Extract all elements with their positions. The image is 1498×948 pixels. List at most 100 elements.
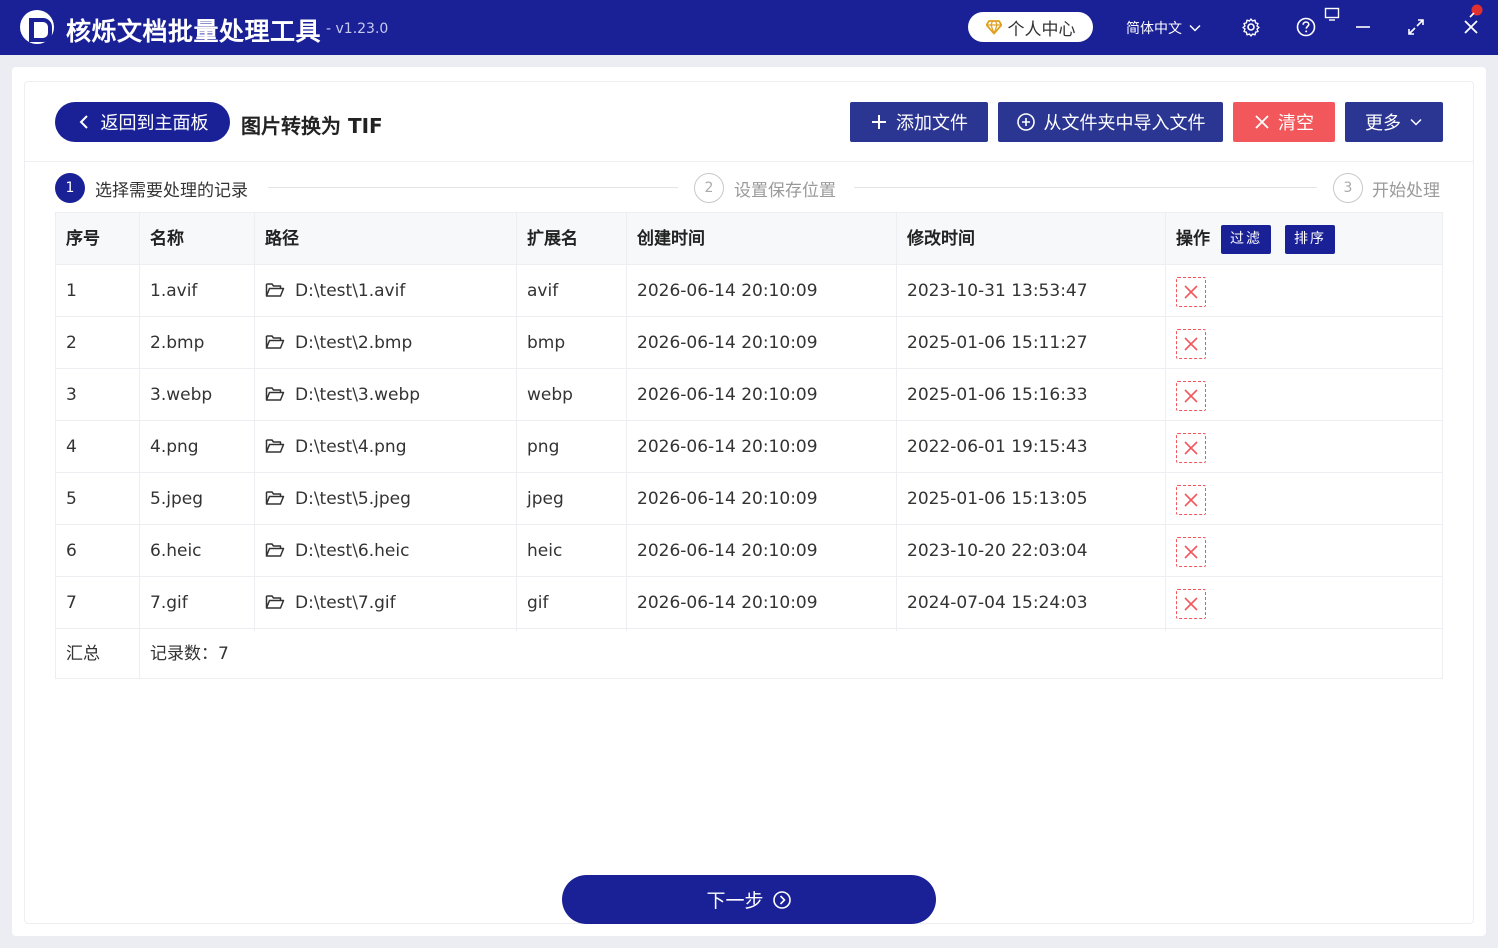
cell-path-text: D:\test\3.webp bbox=[295, 385, 421, 405]
cell-extension: gif bbox=[527, 593, 549, 613]
column-header-created: 创建时间 bbox=[637, 229, 705, 249]
folder-open-icon bbox=[265, 595, 285, 609]
table-row[interactable]: 7 7.gif D:\test\7.gif gif 2026-06-14 20:10:0… bbox=[56, 577, 1442, 629]
cell-path[interactable]: D:\test\6.heic bbox=[255, 525, 409, 577]
column-divider bbox=[626, 213, 627, 631]
cell-extension: bmp bbox=[527, 333, 566, 353]
cell-extension: png bbox=[527, 437, 560, 457]
cell-index: 5 bbox=[66, 489, 77, 509]
notification-badge-icon bbox=[1468, 3, 1484, 19]
cell-path[interactable]: D:\test\4.png bbox=[255, 421, 407, 473]
folder-open-icon bbox=[265, 387, 285, 401]
table-row[interactable]: 4 4.png D:\test\4.png png 2026-06-14 20:10:0… bbox=[56, 421, 1442, 473]
cell-index: 3 bbox=[66, 385, 77, 405]
cell-index: 4 bbox=[66, 437, 77, 457]
cell-extension: jpeg bbox=[527, 489, 564, 509]
table-row[interactable]: 5 5.jpeg D:\test\5.jpeg jpeg 2026-06-14 20:1… bbox=[56, 473, 1442, 525]
cell-modified-time: 2025-01-06 15:13:05 bbox=[907, 489, 1088, 509]
table-header: 序号 名称 路径 扩展名 创建时间 修改时间 操作 过滤 排序 bbox=[56, 213, 1442, 265]
cell-path[interactable]: D:\test\3.webp bbox=[255, 369, 420, 421]
cell-created-time: 2026-06-14 20:10:09 bbox=[637, 489, 818, 509]
header-divider bbox=[25, 161, 1473, 162]
delete-x-icon bbox=[1184, 337, 1198, 351]
delete-x-icon bbox=[1184, 441, 1198, 455]
delete-row-button[interactable] bbox=[1176, 433, 1206, 463]
cell-modified-time: 2024-07-04 15:24:03 bbox=[907, 593, 1088, 613]
step-1-number: 1 bbox=[55, 173, 85, 203]
minimize-icon[interactable] bbox=[1352, 16, 1374, 38]
help-icon[interactable] bbox=[1295, 16, 1317, 38]
cell-index: 1 bbox=[66, 281, 77, 301]
summary-row: 汇总 记录数：7 bbox=[56, 631, 1442, 678]
folder-open-icon bbox=[265, 335, 285, 349]
settings-gear-icon[interactable] bbox=[1240, 16, 1262, 38]
cell-extension: webp bbox=[527, 385, 573, 405]
filter-button[interactable]: 过滤 bbox=[1221, 225, 1271, 254]
step-2-label: 设置保存位置 bbox=[734, 181, 836, 201]
cell-name: 5.jpeg bbox=[150, 489, 203, 509]
cell-created-time: 2026-06-14 20:10:09 bbox=[637, 385, 818, 405]
column-divider bbox=[139, 213, 140, 678]
step-connector bbox=[268, 187, 678, 188]
delete-row-button[interactable] bbox=[1176, 589, 1206, 619]
delete-row-button[interactable] bbox=[1176, 381, 1206, 411]
cell-index: 7 bbox=[66, 593, 77, 613]
cell-path[interactable]: D:\test\7.gif bbox=[255, 577, 396, 629]
import-folder-button[interactable]: 从文件夹中导入文件 bbox=[998, 102, 1223, 142]
cell-path-text: D:\test\6.heic bbox=[295, 541, 410, 561]
column-header-path: 路径 bbox=[265, 229, 299, 249]
language-label: 简体中文 bbox=[1126, 21, 1182, 37]
x-icon bbox=[1255, 115, 1269, 129]
add-file-label: 添加文件 bbox=[896, 113, 968, 134]
cell-extension: avif bbox=[527, 281, 559, 301]
more-button[interactable]: 更多 bbox=[1345, 102, 1443, 142]
app-title: 核烁文档批量处理工具 bbox=[66, 17, 322, 46]
clear-button[interactable]: 清空 bbox=[1233, 102, 1335, 142]
add-file-button[interactable]: 添加文件 bbox=[850, 102, 988, 142]
cell-created-time: 2026-06-14 20:10:09 bbox=[637, 281, 818, 301]
cell-path-text: D:\test\2.bmp bbox=[295, 333, 413, 353]
screen-icon[interactable] bbox=[1324, 6, 1342, 21]
delete-row-button[interactable] bbox=[1176, 277, 1206, 307]
column-divider bbox=[896, 213, 897, 631]
column-header-index: 序号 bbox=[66, 229, 100, 249]
cell-path-text: D:\test\7.gif bbox=[295, 593, 396, 613]
sort-button[interactable]: 排序 bbox=[1285, 225, 1335, 254]
maximize-icon[interactable] bbox=[1405, 16, 1427, 38]
delete-row-button[interactable] bbox=[1176, 329, 1206, 359]
cell-created-time: 2026-06-14 20:10:09 bbox=[637, 437, 818, 457]
table-row[interactable]: 1 1.avif D:\test\1.avif avif 2026-06-14 20:1… bbox=[56, 265, 1442, 317]
cell-name: 2.bmp bbox=[150, 333, 205, 353]
column-header-modified: 修改时间 bbox=[907, 229, 975, 249]
delete-row-button[interactable] bbox=[1176, 485, 1206, 515]
cell-path[interactable]: D:\test\1.avif bbox=[255, 265, 405, 317]
next-step-button[interactable]: 下一步 bbox=[562, 875, 936, 924]
app-version: - v1.23.0 bbox=[326, 21, 389, 37]
app-logo-icon bbox=[20, 10, 54, 44]
cell-name: 3.webp bbox=[150, 385, 213, 405]
user-center-button[interactable]: 个人中心 bbox=[968, 12, 1093, 42]
chevron-left-icon bbox=[79, 115, 88, 129]
delete-x-icon bbox=[1184, 545, 1198, 559]
table-row[interactable]: 6 6.heic D:\test\6.heic heic 2026-06-14 20:1… bbox=[56, 525, 1442, 577]
close-icon[interactable] bbox=[1460, 16, 1482, 38]
cell-path[interactable]: D:\test\5.jpeg bbox=[255, 473, 411, 525]
step-3-number: 3 bbox=[1333, 173, 1363, 203]
step-2-number: 2 bbox=[694, 173, 724, 203]
column-divider bbox=[1165, 213, 1166, 631]
delete-row-button[interactable] bbox=[1176, 537, 1206, 567]
language-select[interactable]: 简体中文 bbox=[1126, 18, 1202, 38]
cell-name: 7.gif bbox=[150, 593, 188, 613]
back-to-main-button[interactable]: 返回到主面板 bbox=[55, 102, 230, 142]
cell-modified-time: 2023-10-31 13:53:47 bbox=[907, 281, 1088, 301]
import-folder-label: 从文件夹中导入文件 bbox=[1043, 113, 1206, 134]
cell-path-text: D:\test\5.jpeg bbox=[295, 489, 411, 509]
cell-modified-time: 2025-01-06 15:16:33 bbox=[907, 385, 1088, 405]
cell-path[interactable]: D:\test\2.bmp bbox=[255, 317, 412, 369]
more-label: 更多 bbox=[1365, 113, 1401, 134]
cell-modified-time: 2025-01-06 15:11:27 bbox=[907, 333, 1088, 353]
cell-path-text: D:\test\4.png bbox=[295, 437, 407, 457]
table-row[interactable]: 2 2.bmp D:\test\2.bmp bmp 2026-06-14 20:10:0… bbox=[56, 317, 1442, 369]
summary-label: 汇总 bbox=[66, 644, 100, 664]
table-row[interactable]: 3 3.webp D:\test\3.webp webp 2026-06-14 20:1… bbox=[56, 369, 1442, 421]
